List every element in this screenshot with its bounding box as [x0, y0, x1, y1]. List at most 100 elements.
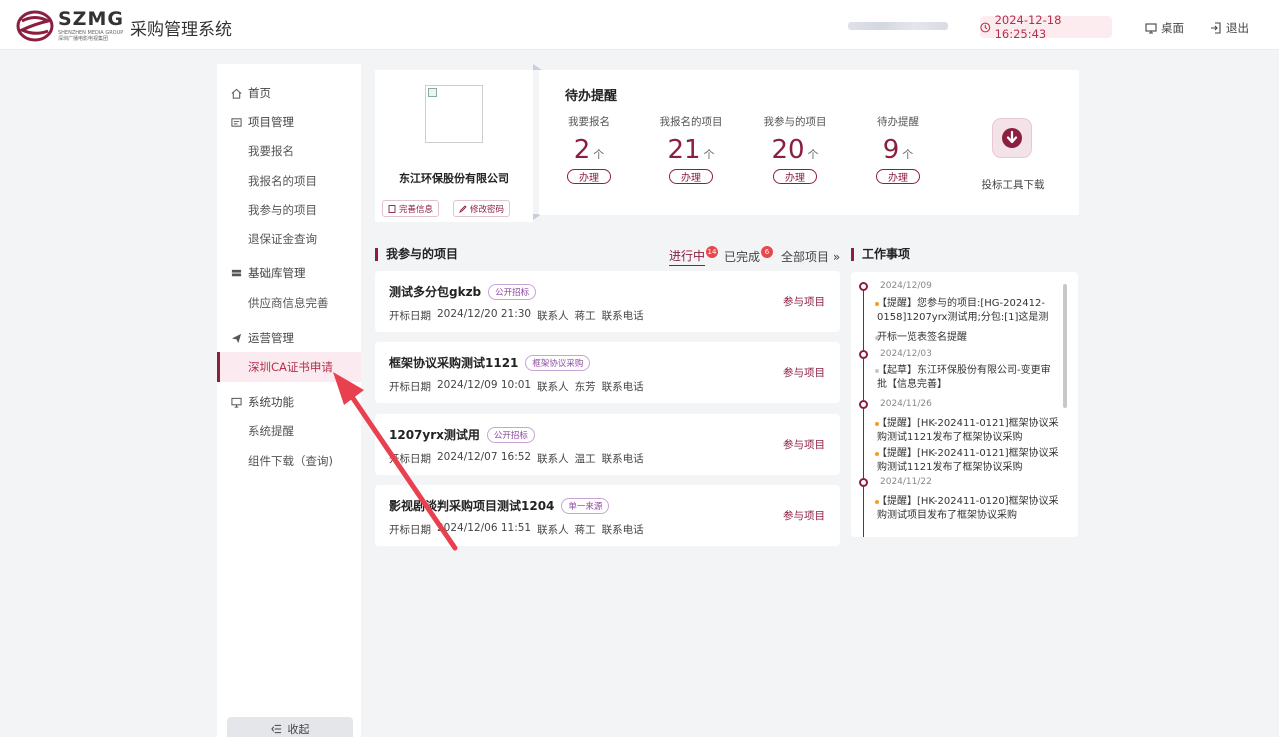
szmg-logo[interactable]: SZMG SHENZHEN MEDIA GROUP 深圳广播电影电视集团: [16, 10, 124, 42]
desktop-button[interactable]: 桌面: [1145, 20, 1184, 36]
work-items-timeline: 2024/12/09 【提醒】您参与的项目:[HG-202412-0158]12…: [851, 272, 1078, 537]
todo-title: 待办提醒: [565, 89, 618, 104]
timeline-item-text: 【起草】东江环保股份有限公司-变更审批【信息完善】: [877, 365, 1051, 390]
timeline-item[interactable]: 【起草】东江环保股份有限公司-变更审批【信息完善】: [875, 364, 1059, 392]
todo-reminder-card: 待办提醒 我要报名 2个 办理 我报名的项目 21 个 办理 我参与的项目 20 个…: [539, 70, 1079, 215]
user-name-blurred: [848, 22, 948, 30]
timeline-item-text: 【提醒】您参与的项目:[HG-202412-0158]1207yrx测试用;分包…: [877, 298, 1049, 323]
timeline-item-text: 【提醒】[HK-202411-0121]框架协议采购测试1121发布了框架协议采…: [877, 448, 1059, 473]
timeline-item[interactable]: 【提醒】[HK-202411-0121]框架协议采购测试1121发布了框架协议采…: [875, 417, 1059, 445]
phone-label: 联系电话: [601, 381, 644, 393]
work-items-title: 工作事项: [851, 248, 910, 261]
join-project-link[interactable]: 参与项目: [783, 508, 825, 523]
sidebar-item-ca-cert[interactable]: 深圳CA证书申请: [217, 352, 361, 382]
contact-label: 联系人: [537, 381, 569, 393]
change-password-label: 修改密码: [470, 204, 505, 215]
opening-date-label: 开标日期: [389, 453, 431, 465]
timeline-item-text: 【提醒】[HK-202411-0120]框架协议采购测试项目发布了框架协议采购: [877, 496, 1059, 521]
project-card[interactable]: 框架协议采购测试1121 框架协议采购 开标日期 2024/12/09 10:01…: [375, 342, 840, 403]
sidebar-item-my-projects[interactable]: 我参与的项目: [217, 195, 361, 225]
timeline-item-text: 【提醒】[HK-202411-0121]框架协议采购测试1121发布了框架协议采…: [877, 418, 1059, 443]
logout-button[interactable]: 退出: [1210, 20, 1249, 36]
timeline-scrollbar[interactable]: [1063, 284, 1067, 408]
todo-label: 待办提醒: [877, 116, 919, 128]
todo-action-button[interactable]: 办理: [876, 169, 920, 184]
project-name[interactable]: 框架协议采购测试1121: [389, 354, 518, 371]
opening-date: 2024/12/07 16:52: [437, 451, 532, 463]
contact-label: 联系人: [537, 310, 569, 322]
todo-action-button[interactable]: 办理: [669, 169, 713, 184]
clock-icon: [980, 22, 991, 32]
sidebar-group-ops[interactable]: 运营管理: [217, 323, 361, 353]
project-card[interactable]: 影视剧谈判采购项目测试1204 单一来源 开标日期 2024/12/06 11:5…: [375, 485, 840, 546]
timeline-item[interactable]: 开标一览表签名提醒: [875, 331, 1059, 345]
sidebar-item-system-reminder[interactable]: 系统提醒: [217, 416, 361, 446]
contact-label: 联系人: [537, 453, 569, 465]
sidebar-group-basic[interactable]: 基础库管理: [217, 258, 361, 288]
download-tool-label: 投标工具下载: [981, 179, 1045, 191]
top-header: SZMG SHENZHEN MEDIA GROUP 深圳广播电影电视集团 采购管…: [0, 0, 1279, 50]
todo-label: 我报名的项目: [659, 116, 723, 128]
monitor-icon: [231, 397, 242, 408]
join-project-link[interactable]: 参与项目: [783, 437, 825, 452]
download-tool-button[interactable]: [992, 118, 1032, 158]
timeline-item[interactable]: 【提醒】您参与的项目:[HG-202412-0158]1207yrx测试用;分包…: [875, 297, 1059, 325]
join-project-link[interactable]: 参与项目: [783, 365, 825, 380]
timeline-line: [863, 284, 864, 537]
filter-in-progress[interactable]: 进行中: [669, 247, 706, 266]
opening-date: 2024/12/09 10:01: [437, 379, 532, 391]
sidebar-group-system[interactable]: 系统功能: [217, 387, 361, 417]
filter-all-projects[interactable]: 全部项目 »: [781, 248, 840, 265]
sidebar-item-deposit-query[interactable]: 退保证金查询: [217, 224, 361, 254]
complete-info-button[interactable]: 完善信息: [382, 200, 440, 217]
timeline-node: [859, 478, 868, 487]
phone-label: 联系电话: [601, 453, 644, 465]
timeline-date: 2024/11/26: [880, 399, 932, 409]
todo-signup: 我要报名 2个 办理: [549, 114, 629, 184]
timeline-node: [859, 282, 868, 291]
edit-icon: [459, 204, 467, 213]
opening-date-label: 开标日期: [389, 524, 431, 536]
sidebar-item-component-download[interactable]: 组件下载（查询): [217, 446, 361, 476]
company-name: 东江环保股份有限公司: [399, 172, 509, 185]
collapse-icon: [270, 724, 281, 734]
timeline-date: 2024/11/22: [880, 477, 932, 487]
timeline-node: [859, 400, 868, 409]
todo-action-button[interactable]: 办理: [567, 169, 611, 184]
todo-unit: 个: [807, 148, 819, 161]
timeline-node: [859, 350, 868, 359]
opening-date: 2024/12/20 21:30: [437, 308, 532, 320]
folder-icon: [231, 117, 242, 127]
orange-dot: [875, 422, 879, 426]
todo-count: 20: [771, 135, 805, 165]
change-password-button[interactable]: 修改密码: [453, 200, 511, 217]
todo-count: 9: [882, 135, 900, 165]
project-name[interactable]: 影视剧谈判采购项目测试1204: [389, 497, 554, 514]
timeline-item[interactable]: 【提醒】[HK-202411-0120]框架协议采购测试项目发布了框架协议采购: [875, 495, 1059, 523]
project-card[interactable]: 1207yrx测试用 公开招标 开标日期 2024/12/07 16:52 联系人…: [375, 414, 840, 475]
collapse-button[interactable]: 收起: [227, 717, 353, 737]
sidebar-item-my-signups[interactable]: 我报名的项目: [217, 166, 361, 196]
todo-action-button[interactable]: 办理: [773, 169, 817, 184]
database-icon: [231, 269, 242, 276]
todo-count: 21: [667, 135, 701, 165]
sidebar-item-home[interactable]: 首页: [217, 78, 361, 108]
project-type-tag: 单一来源: [561, 497, 610, 514]
sidebar-item-signup[interactable]: 我要报名: [217, 136, 361, 166]
logout-label: 退出: [1226, 21, 1249, 35]
complete-info-label: 完善信息: [399, 204, 434, 215]
join-project-link[interactable]: 参与项目: [783, 294, 825, 309]
collapse-label: 收起: [287, 723, 310, 736]
timeline-item[interactable]: 【提醒】[HK-202411-0121]框架协议采购测试1121发布了框架协议采…: [875, 447, 1059, 475]
home-icon: [231, 88, 242, 99]
szmg-logo-icon: [16, 10, 54, 42]
opening-date: 2024/12/06 11:51: [437, 522, 532, 534]
filter-completed[interactable]: 已完成: [724, 248, 760, 265]
project-name[interactable]: 1207yrx测试用: [389, 426, 480, 443]
project-name[interactable]: 测试多分包gkzb: [389, 283, 481, 300]
sidebar-item-supplier-info[interactable]: 供应商信息完善: [217, 288, 361, 318]
desktop-label: 桌面: [1161, 21, 1184, 35]
sidebar-group-project[interactable]: 项目管理: [217, 107, 361, 137]
project-card[interactable]: 测试多分包gkzb 公开招标 开标日期 2024/12/20 21:30 联系人 …: [375, 271, 840, 332]
phone-label: 联系电话: [601, 310, 644, 322]
